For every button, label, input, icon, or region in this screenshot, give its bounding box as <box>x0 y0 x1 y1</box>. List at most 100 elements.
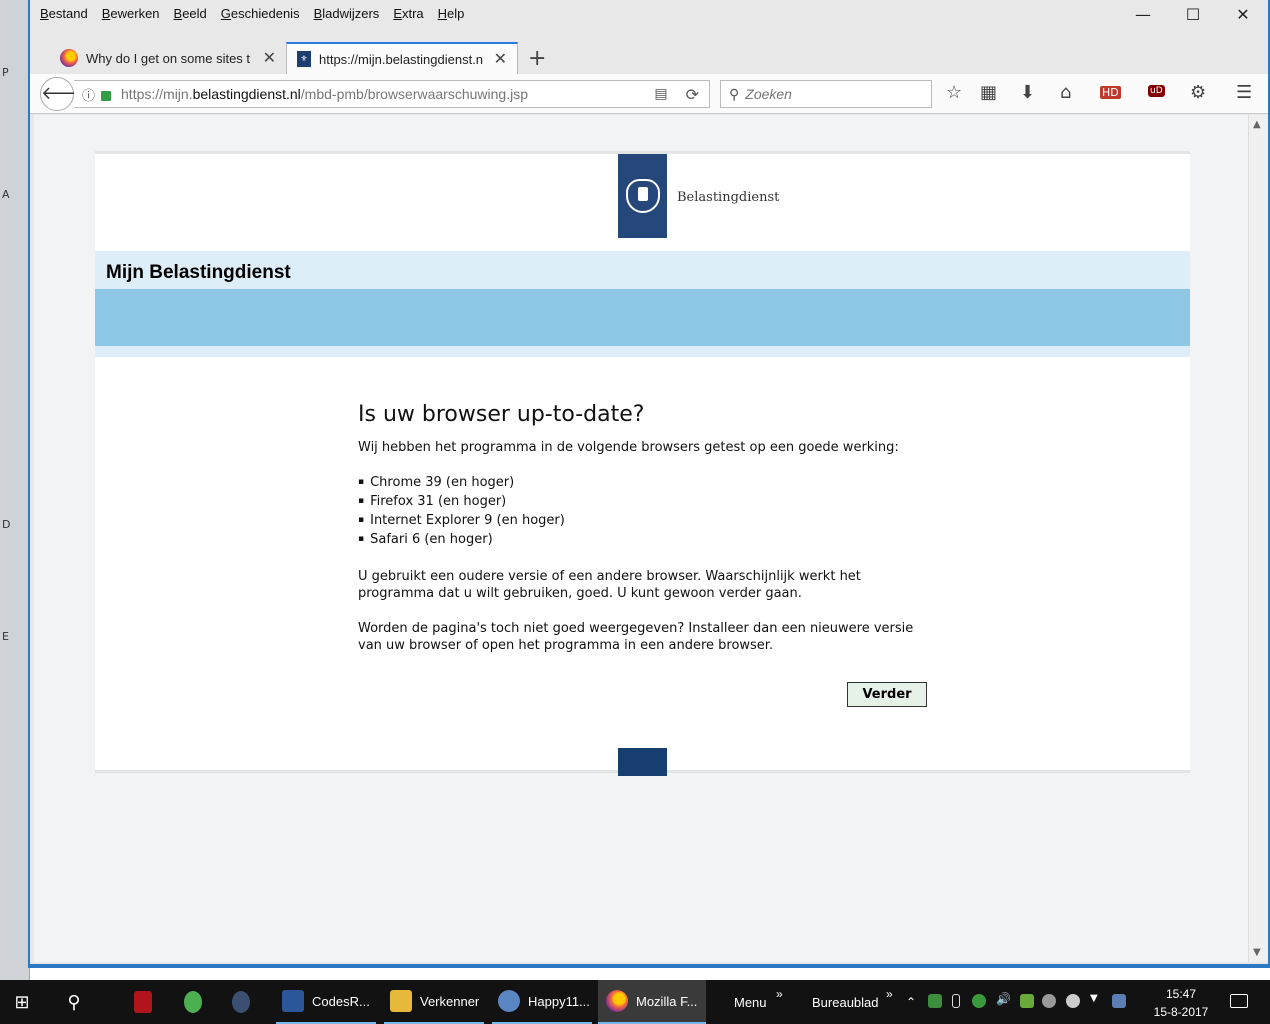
navigation-toolbar: 🡐 ⓘ https://mijn.belastingdienst.nl/mbd-… <box>30 74 1268 114</box>
tab-why-do-i-get[interactable]: Why do I get on some sites t ✕ <box>50 42 286 74</box>
close-window-button[interactable]: ✕ <box>1220 4 1266 26</box>
action-center-icon[interactable] <box>1230 994 1248 1008</box>
taskbar-item-codesr[interactable]: CodesR... <box>276 980 376 1024</box>
install-advice-text: Worden de pagina's toch niet goed weerge… <box>358 621 914 653</box>
clock[interactable]: 15:47 15-8-2017 <box>1148 985 1214 1021</box>
desktop-background: P A D E <box>0 0 30 980</box>
chevron-icon[interactable]: » <box>776 972 783 1016</box>
menu-label: Menu <box>734 994 767 1010</box>
app-icon <box>184 991 202 1013</box>
close-tab-icon[interactable]: ✕ <box>494 49 507 69</box>
start-button[interactable]: ⊞ <box>8 980 36 1024</box>
new-tab-button[interactable]: + <box>528 46 546 71</box>
banner-bottom <box>95 346 1190 357</box>
menu-help[interactable]: Help <box>438 6 465 21</box>
clock-time: 15:47 <box>1165 987 1197 1001</box>
filezilla-icon[interactable] <box>134 980 160 1024</box>
info-icon[interactable]: ⓘ <box>82 85 95 104</box>
taskbar-label: Verkenner <box>420 993 480 1009</box>
tray-download-icon[interactable] <box>1020 994 1034 1008</box>
desktop-fragment: P <box>2 66 9 79</box>
tray-display-icon[interactable] <box>1112 994 1126 1008</box>
green-app-icon[interactable] <box>184 980 210 1024</box>
taskbar-item-mozilla[interactable]: Mozilla F... <box>598 980 706 1024</box>
search-input[interactable]: ⚲ Zoeken <box>720 80 932 108</box>
desktop-fragment: A <box>2 188 10 201</box>
logo-text: Belastingdienst <box>677 190 780 205</box>
ublock-icon[interactable]: uD <box>1148 85 1165 97</box>
taskbar-item-happy[interactable]: Happy11... <box>492 980 592 1024</box>
download-icon[interactable]: ⬇ <box>1020 82 1035 103</box>
chevron-icon[interactable]: » <box>886 972 893 1016</box>
vertical-scrollbar[interactable]: ▲ ▼ <box>1248 115 1268 962</box>
reload-icon[interactable]: ⟳ <box>686 85 699 104</box>
tab-strip: Why do I get on some sites t ✕ ⚜ https:/… <box>30 40 1268 74</box>
folder-icon <box>390 990 412 1012</box>
url-bar[interactable]: ⓘ https://mijn.belastingdienst.nl/mbd-pm… <box>74 80 710 108</box>
browser-list: Chrome 39 (en hoger) Firefox 31 (en hoge… <box>358 474 938 550</box>
tab-title: Why do I get on some sites t <box>86 50 251 66</box>
taskbar-desktop-toolbar[interactable]: Bureaublad <box>812 980 879 1024</box>
url-prefix: https://mijn. <box>121 86 193 102</box>
firefox-icon <box>60 49 78 67</box>
list-item: Safari 6 (en hoger) <box>358 531 938 550</box>
lock-app-icon <box>232 991 250 1013</box>
tab-belastingdienst[interactable]: ⚜ https://mijn.belastingdienst.n ✕ <box>286 42 518 74</box>
menu-geschiedenis[interactable]: Geschiedenis <box>221 6 300 21</box>
home-icon[interactable]: ⌂ <box>1060 82 1071 103</box>
crest-icon <box>625 179 660 213</box>
browser-warning-article: Is uw browser up-to-date? Wij hebben het… <box>358 402 938 672</box>
search-taskbar-icon[interactable]: ⚲ <box>60 980 88 1024</box>
scroll-down-icon[interactable]: ▼ <box>1253 947 1261 958</box>
verder-button[interactable]: Verder <box>847 682 927 707</box>
usb-icon[interactable] <box>952 994 960 1008</box>
taskbar-label: CodesR... <box>312 993 370 1009</box>
banner-title: Mijn Belastingdienst <box>106 262 291 283</box>
document-icon <box>282 990 304 1012</box>
taskbar-menu-toolbar[interactable]: Menu <box>734 980 767 1024</box>
menu-beeld[interactable]: Beeld <box>174 6 207 21</box>
network-icon[interactable]: ▼ <box>1090 993 1104 1007</box>
reader-view-icon[interactable]: ▤ <box>654 86 667 102</box>
url-text[interactable]: https://mijn.belastingdienst.nl/mbd-pmb/… <box>121 86 654 102</box>
taskbar-item-verkenner[interactable]: Verkenner <box>384 980 484 1024</box>
bookmark-star-icon[interactable]: ☆ <box>946 82 962 103</box>
clock-date: 15-8-2017 <box>1153 1005 1209 1019</box>
taskbar-label: Happy11... <box>528 993 590 1009</box>
list-item: Firefox 31 (en hoger) <box>358 493 938 512</box>
menu-extra[interactable]: Extra <box>393 6 423 21</box>
list-item: Chrome 39 (en hoger) <box>358 474 938 493</box>
tray-app-icon[interactable] <box>928 994 942 1008</box>
url-domain: belastingdienst.nl <box>192 86 301 102</box>
search-placeholder: Zoeken <box>745 86 792 102</box>
keepass-icon[interactable] <box>232 980 258 1024</box>
search-icon: ⚲ <box>729 85 740 102</box>
banner-band <box>95 289 1190 346</box>
minimize-button[interactable]: — <box>1120 4 1166 26</box>
page-content: Belastingdienst Mijn Belastingdienst Is … <box>95 151 1190 776</box>
menu-bar: Bestand Bewerken Beeld Geschiedenis Blad… <box>30 0 1268 26</box>
hd-extension-icon[interactable]: HD <box>1100 86 1121 99</box>
bookmarks-library-icon[interactable]: ▦ <box>980 82 997 103</box>
tab-title: https://mijn.belastingdienst.n <box>319 51 484 67</box>
page-title: Is uw browser up-to-date? <box>358 402 645 427</box>
menu-bladwijzers[interactable]: Bladwijzers <box>314 6 380 21</box>
menu-bestand[interactable]: Bestand <box>40 6 88 21</box>
extension-icon[interactable]: ⚙ <box>1190 82 1206 103</box>
tray-app2-icon[interactable] <box>1066 994 1080 1008</box>
firefox-icon <box>606 990 628 1012</box>
back-button[interactable]: 🡐 <box>40 77 89 111</box>
firefox-window: Bestand Bewerken Beeld Geschiedenis Blad… <box>28 0 1270 968</box>
maximize-button[interactable]: ☐ <box>1170 4 1216 26</box>
tray-disc-icon[interactable] <box>1042 994 1056 1008</box>
volume-icon[interactable]: 🔊 <box>996 992 1011 1006</box>
menu-bewerken[interactable]: Bewerken <box>102 6 160 21</box>
desktop-fragment: E <box>2 630 9 643</box>
tray-green-icon[interactable] <box>972 994 986 1008</box>
outdated-browser-text: U gebruikt een oudere versie of een ande… <box>358 569 861 601</box>
hamburger-menu-icon[interactable]: ☰ <box>1236 82 1252 103</box>
show-hidden-icons-icon[interactable]: ⌃ <box>906 980 916 1024</box>
url-path: /mbd-pmb/browserwaarschuwing.jsp <box>300 86 528 102</box>
close-tab-icon[interactable]: ✕ <box>263 48 276 68</box>
scroll-up-icon[interactable]: ▲ <box>1253 119 1261 130</box>
